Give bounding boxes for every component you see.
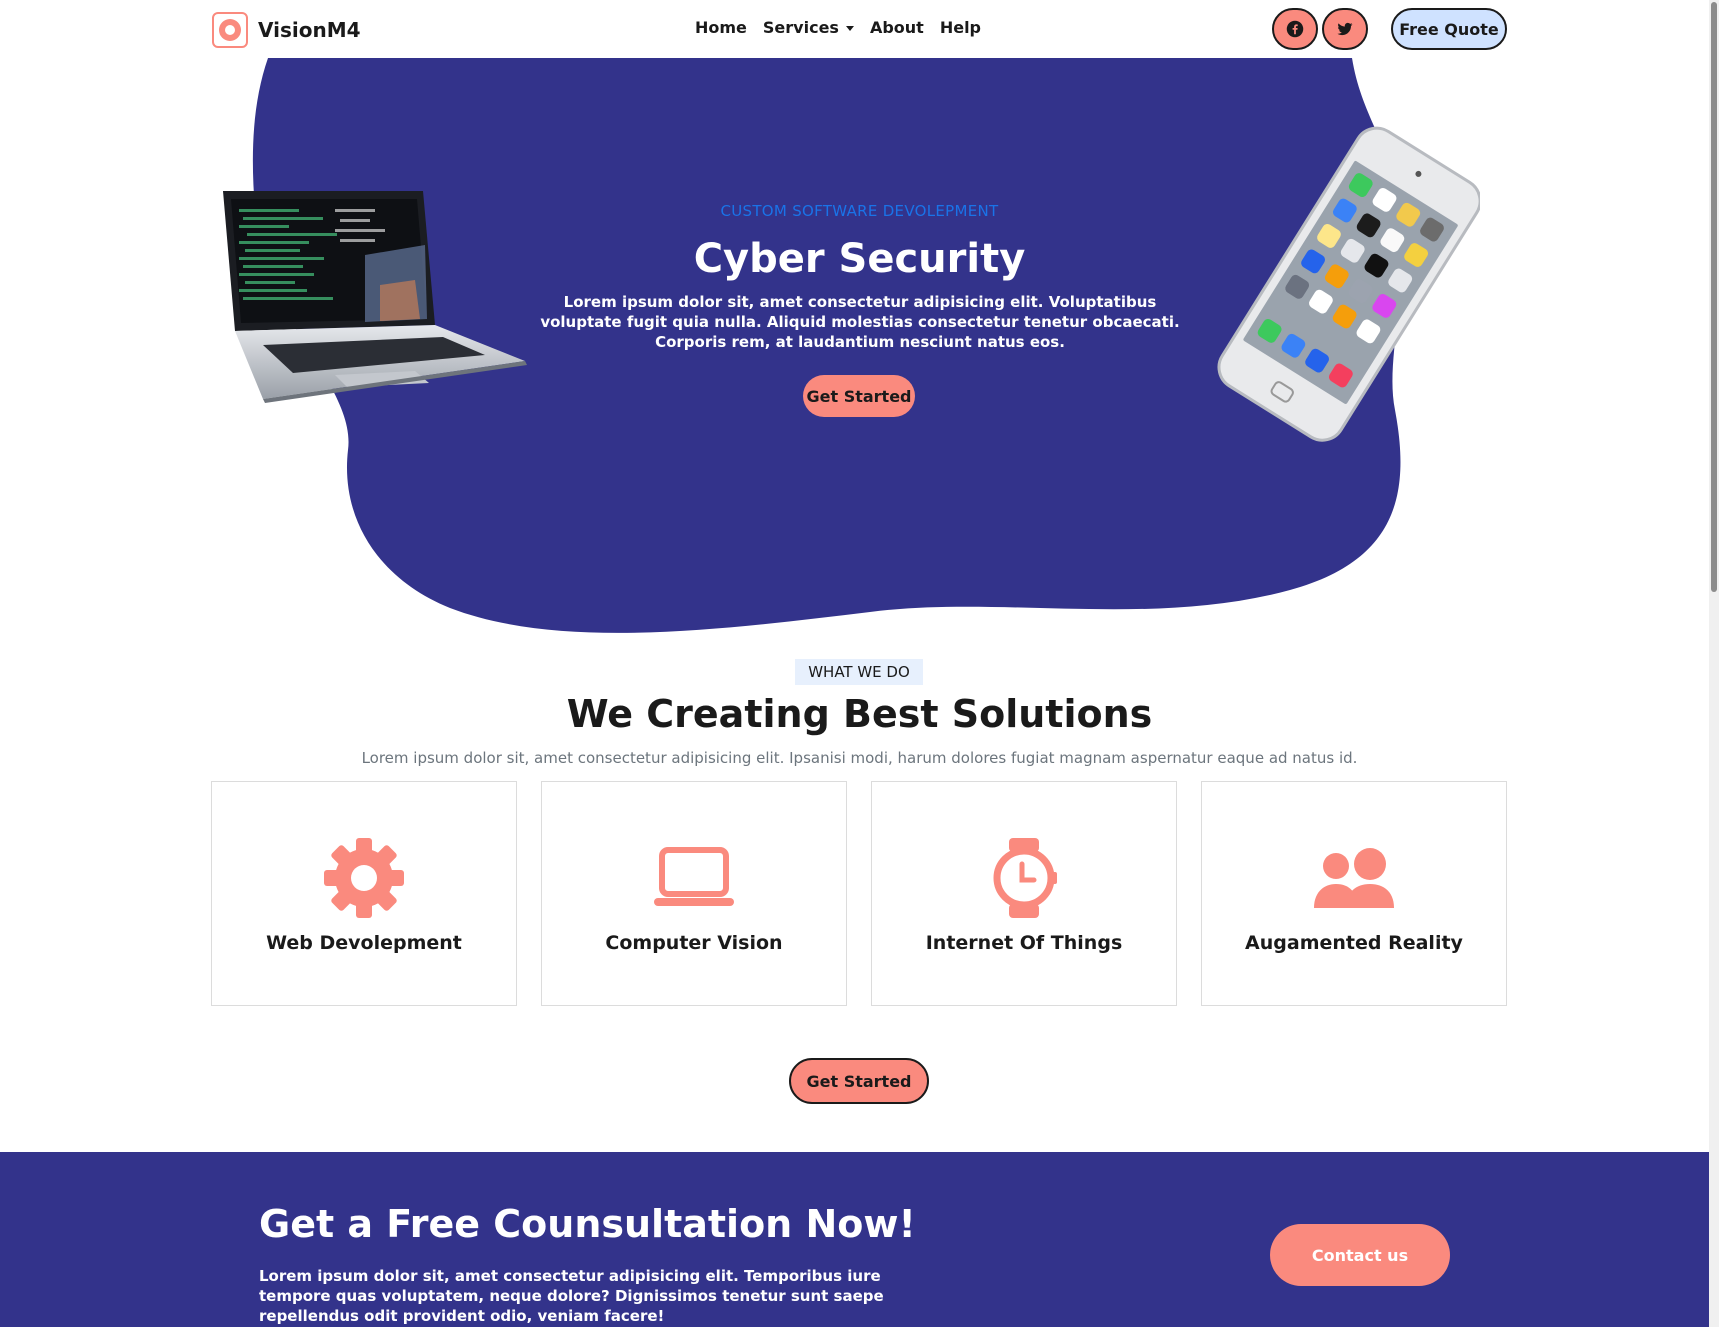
service-card-web[interactable]: Web Devolepment <box>211 781 517 1006</box>
twitter-button[interactable] <box>1322 8 1368 50</box>
consultation-section: Get a Free Counsultation Now! Lorem ipsu… <box>0 1152 1709 1327</box>
laptop-icon <box>652 836 736 920</box>
consultation-text: Lorem ipsum dolor sit, amet consectetur … <box>259 1267 884 1325</box>
contact-us-button[interactable]: Contact us <box>1270 1224 1450 1286</box>
chevron-down-icon <box>845 26 854 31</box>
service-card-label: Augamented Reality <box>1245 932 1463 954</box>
section-title: We Creating Best Solutions <box>566 692 1153 736</box>
phone-image <box>1217 126 1480 442</box>
page-scrollbar[interactable] <box>1709 0 1719 1327</box>
nav-help[interactable]: Help <box>940 18 981 37</box>
brand[interactable]: VisionM4 <box>212 12 361 48</box>
nav-services-label: Services <box>762 18 839 37</box>
brand-name: VisionM4 <box>258 18 361 42</box>
hero-section: CUSTOM SOFTWARE DEVOLEPMENT Cyber Securi… <box>0 0 1709 640</box>
service-card-label: Computer Vision <box>605 932 783 954</box>
service-card-label: Web Devolepment <box>266 932 462 954</box>
facebook-button[interactable] <box>1272 8 1318 50</box>
hero-subtitle: CUSTOM SOFTWARE DEVOLEPMENT <box>720 202 999 220</box>
brand-logo-icon <box>212 12 248 48</box>
service-card-ar[interactable]: Augamented Reality <box>1201 781 1507 1006</box>
service-cards: Web Devolepment Computer Vision Internet… <box>211 781 1507 1006</box>
hero-description: Lorem ipsum dolor sit, amet consectetur … <box>540 293 1180 351</box>
navbar: VisionM4 Home Services About Help Free Q… <box>0 0 1709 58</box>
consultation-title: Get a Free Counsultation Now! <box>259 1202 916 1246</box>
hero-title: Cyber Security <box>693 236 1026 282</box>
service-card-label: Internet Of Things <box>925 932 1123 954</box>
section-badge: WHAT WE DO <box>795 659 923 685</box>
nav-services[interactable]: Services <box>763 18 854 37</box>
users-icon <box>1312 836 1396 920</box>
nav-home[interactable]: Home <box>695 18 747 37</box>
hero-get-started-button[interactable]: Get Started <box>803 375 915 417</box>
section-subtitle: Lorem ipsum dolor sit, amet consectetur … <box>361 749 1358 767</box>
nav-links: Home Services About Help <box>695 18 981 37</box>
gear-icon <box>322 836 406 920</box>
service-card-vision[interactable]: Computer Vision <box>541 781 847 1006</box>
free-quote-button[interactable]: Free Quote <box>1391 8 1507 50</box>
service-card-iot[interactable]: Internet Of Things <box>871 781 1177 1006</box>
nav-about[interactable]: About <box>870 18 924 37</box>
twitter-icon <box>1337 22 1353 36</box>
get-started-button[interactable]: Get Started <box>789 1058 929 1104</box>
smartwatch-icon <box>982 836 1066 920</box>
facebook-icon <box>1286 20 1304 38</box>
scrollbar-thumb[interactable] <box>1711 2 1717 592</box>
